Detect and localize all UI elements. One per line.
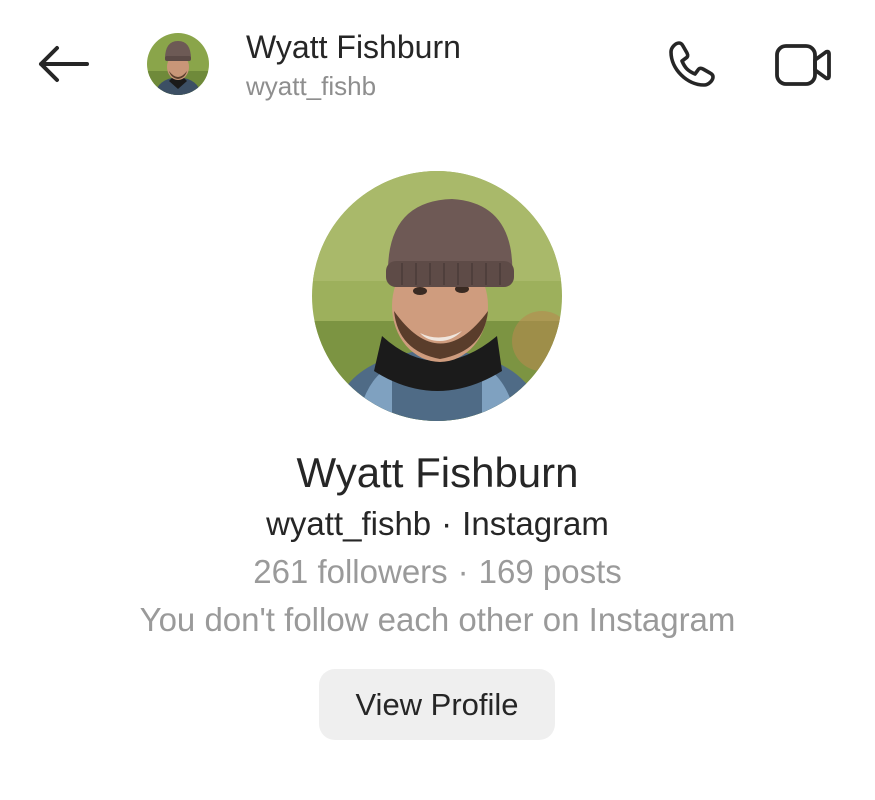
separator-dot: · <box>441 505 453 542</box>
voice-call-button[interactable] <box>660 36 722 98</box>
video-camera-icon <box>774 41 832 94</box>
separator-dot: · <box>457 553 469 590</box>
profile-stats: 261 followers · 169 posts <box>0 551 875 593</box>
profile-platform: Instagram <box>462 505 609 542</box>
profile-name: Wyatt Fishburn <box>296 449 579 496</box>
header-avatar[interactable] <box>147 33 209 95</box>
chat-header: Wyatt Fishburn wyatt_fishb <box>0 0 875 130</box>
header-contact-name[interactable]: Wyatt Fishburn <box>246 28 461 66</box>
profile-subtitle: wyatt_fishb · Instagram <box>0 503 875 545</box>
profile-username: wyatt_fishb <box>266 505 432 542</box>
view-profile-button[interactable]: View Profile <box>319 669 555 740</box>
profile-avatar[interactable] <box>312 171 562 421</box>
back-button[interactable] <box>30 38 94 94</box>
arrow-left-icon <box>35 44 89 89</box>
video-call-button[interactable] <box>770 36 836 98</box>
followers-count: 261 followers <box>253 553 448 590</box>
header-contact-username: wyatt_fishb <box>246 71 377 101</box>
phone-icon <box>665 39 717 96</box>
follow-status: You don't follow each other on Instagram <box>139 601 736 638</box>
posts-count: 169 posts <box>478 553 622 590</box>
